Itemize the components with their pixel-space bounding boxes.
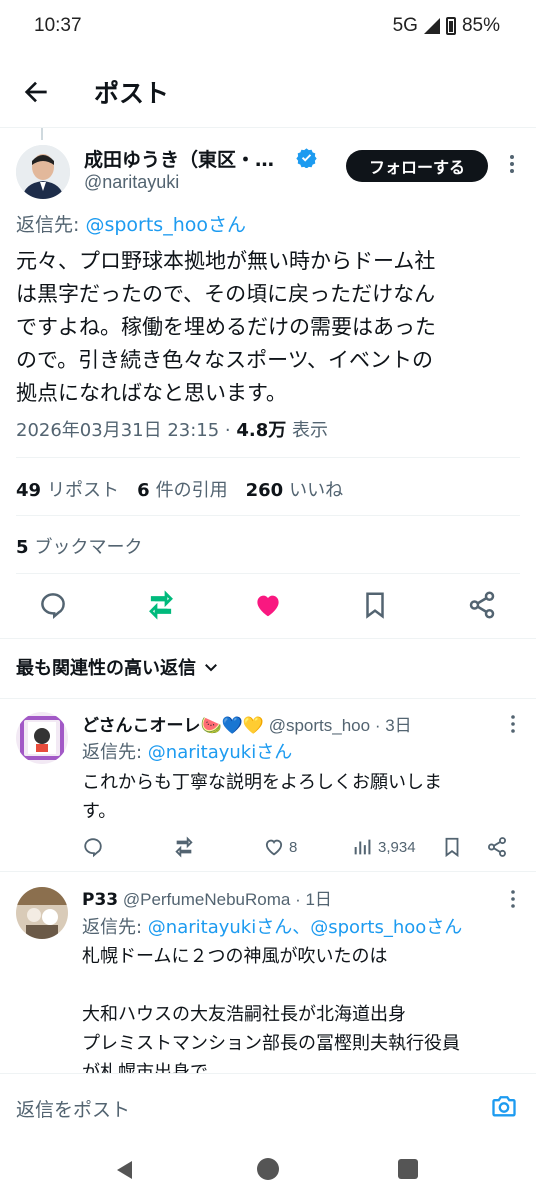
status-time: 10:37 — [34, 15, 82, 36]
divider — [16, 573, 520, 574]
reply-text: これからも丁寧な説明をよろしくお願いしま す。 — [82, 772, 442, 822]
analytics-icon — [354, 839, 371, 855]
divider — [16, 457, 520, 458]
status-indicators: 5G 85% — [393, 15, 500, 37]
reply-views-button[interactable]: 3,934 — [352, 836, 416, 858]
reply-more-icon[interactable] — [504, 888, 522, 910]
reply-more-icon[interactable] — [504, 713, 522, 735]
chevron-down-icon — [205, 664, 217, 672]
reply-reply-button[interactable] — [82, 836, 104, 858]
reply-header: P33 @PerfumeNebuRoma · 1日 — [82, 885, 332, 910]
heart-icon — [265, 839, 283, 856]
system-navigation-bar — [0, 1139, 536, 1200]
reply-author-handle[interactable]: @sports_hoo · 3日 — [264, 716, 412, 735]
likes-count: 260 — [245, 480, 284, 501]
reply-share-button[interactable] — [486, 836, 508, 858]
likes-stat[interactable]: 260 いいね — [246, 476, 344, 502]
like-heart-icon[interactable] — [253, 590, 283, 620]
bookmark-icon — [445, 837, 459, 858]
views-count: 4.8万 — [236, 420, 287, 441]
author-avatar-image — [16, 145, 70, 199]
share-icon — [488, 837, 506, 857]
reply-to-line: 返信先: @sports_hooさん — [16, 210, 246, 237]
reply-avatar[interactable] — [16, 887, 68, 939]
reply-avatar-image — [16, 712, 68, 764]
camera-icon[interactable] — [490, 1092, 518, 1120]
reply-author-name[interactable]: P33 — [82, 890, 118, 910]
nav-recents-icon[interactable] — [398, 1159, 418, 1179]
likes-label: いいね — [289, 480, 344, 501]
author-name[interactable]: 成田ゆうき（東区・… — [84, 145, 274, 172]
battery-percent: 85% — [461, 15, 500, 36]
views-label: 表示 — [286, 420, 329, 441]
nav-back-icon[interactable] — [114, 1159, 136, 1181]
quotes-count: 6 — [137, 480, 150, 501]
reply-icon — [84, 838, 102, 858]
reply-author-name[interactable]: どさんこオーレ🍉💙💛 — [82, 716, 264, 736]
verified-badge-icon — [296, 148, 317, 168]
reply-to-prefix: 返信先: — [16, 214, 86, 236]
author-avatar[interactable] — [16, 145, 70, 199]
reply-avatar[interactable] — [16, 712, 68, 764]
battery-icon — [445, 17, 456, 35]
back-arrow-icon[interactable] — [20, 76, 52, 108]
top-bar: ポスト — [0, 56, 536, 128]
reply-composer[interactable]: 返信をポスト — [0, 1073, 536, 1139]
reply-to-prefix: 返信先: — [82, 742, 148, 763]
share-icon[interactable] — [467, 590, 497, 620]
replies-sort-dropdown[interactable]: 最も関連性の高い返信 — [16, 654, 220, 680]
reply-like-button[interactable]: 8 — [263, 836, 297, 858]
divider — [0, 638, 536, 639]
quotes-label: 件の引用 — [155, 480, 228, 501]
author-handle[interactable]: @naritayuki — [84, 172, 179, 193]
sort-label: 最も関連性の高い返信 — [16, 658, 196, 679]
bookmarks-label: ブックマーク — [34, 537, 143, 558]
reply-to-prefix: 返信先: — [82, 917, 148, 938]
repost-icon — [175, 836, 193, 858]
reply-icon[interactable] — [38, 590, 68, 620]
reply-item[interactable]: P33 @PerfumeNebuRoma · 1日 返信先: @naritayu… — [0, 871, 536, 1073]
network-label: 5G — [392, 15, 418, 36]
reply-reply-to-line: 返信先: @naritayukiさん、@sports_hooさん — [82, 913, 462, 939]
post-timestamp[interactable]: 2026年03月31日 23:15 · — [16, 420, 236, 441]
page-title: ポスト — [94, 79, 170, 108]
reply-to-mention-link[interactable]: @sports_hooさん — [85, 214, 246, 236]
more-options-icon[interactable] — [502, 152, 522, 176]
bookmarks-count: 5 — [16, 537, 29, 558]
follow-button[interactable]: フォローする — [346, 150, 488, 182]
reply-item[interactable]: どさんこオーレ🍉💙💛 @sports_hoo · 3日 返信先: @narita… — [0, 698, 536, 868]
post-action-bar — [0, 586, 536, 626]
divider — [16, 515, 520, 516]
engagement-stats: 49 リポスト 6 件の引用 260 いいね — [16, 476, 343, 502]
signal-icon — [423, 18, 440, 34]
post-text: 元々、プロ野球本拠地が無い時からドーム社 は黒字だったので、その頃に戻っただけな… — [16, 249, 436, 405]
reply-author-handle[interactable]: @PerfumeNebuRoma · 1日 — [118, 890, 332, 909]
reply-header: どさんこオーレ🍉💙💛 @sports_hoo · 3日 — [82, 711, 412, 736]
reply-avatar-image — [16, 887, 68, 939]
bookmarks-stat[interactable]: 5 ブックマーク — [16, 533, 143, 559]
reply-to-mention-link[interactable]: @naritayukiさん、@sports_hooさん — [148, 917, 463, 938]
reply-action-bar: 8 3,934 — [82, 836, 522, 862]
composer-placeholder[interactable]: 返信をポスト — [16, 1095, 130, 1122]
reposts-stat[interactable]: 49 リポスト — [16, 476, 119, 502]
reply-to-mention-link[interactable]: @naritayukiさん — [148, 742, 292, 763]
status-bar: 10:37 5G 85% — [0, 0, 536, 56]
thread-line — [41, 128, 43, 140]
repost-icon[interactable] — [146, 590, 176, 620]
reply-reply-to-line: 返信先: @naritayukiさん — [82, 738, 292, 764]
reply-text: 札幌ドームに２つの神風が吹いたのは 大和ハウスの大友浩嗣社長が北海道出身 プレミ… — [82, 946, 460, 1073]
nav-home-icon[interactable] — [257, 1158, 279, 1180]
quotes-stat[interactable]: 6 件の引用 — [137, 476, 228, 502]
reply-repost-button[interactable] — [173, 836, 195, 858]
reposts-count: 49 — [16, 480, 42, 501]
bookmark-icon[interactable] — [360, 590, 390, 620]
reply-like-count: 8 — [289, 838, 298, 856]
reply-bookmark-button[interactable] — [441, 836, 463, 858]
reply-views-count: 3,934 — [378, 838, 416, 856]
reposts-label: リポスト — [47, 480, 120, 501]
post-meta: 2026年03月31日 23:15 · 4.8万 表示 — [16, 416, 328, 442]
